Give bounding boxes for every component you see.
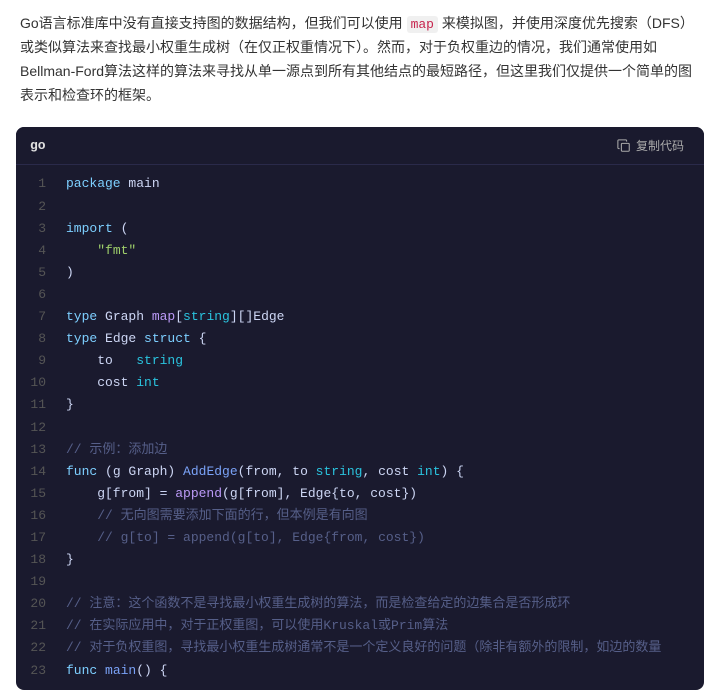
line-number: 3 [16, 218, 58, 240]
line-content [58, 571, 704, 593]
line-number: 19 [16, 571, 58, 593]
table-row: 18} [16, 549, 704, 571]
line-number: 11 [16, 394, 58, 416]
line-number: 23 [16, 660, 58, 682]
code-block: go 复制代码 1package main2 3import (4 "fmt"5… [16, 127, 704, 689]
line-content [58, 196, 704, 218]
line-content: g[from] = append(g[from], Edge{to, cost}… [58, 483, 704, 505]
table-row: 7type Graph map[string][]Edge [16, 306, 704, 328]
table-row: 3import ( [16, 218, 704, 240]
line-content: func (g Graph) AddEdge(from, to string, … [58, 461, 704, 483]
line-content: } [58, 549, 704, 571]
table-row: 10 cost int [16, 372, 704, 394]
table-row: 11} [16, 394, 704, 416]
table-row: 13// 示例：添加边 [16, 439, 704, 461]
table-row: 4 "fmt" [16, 240, 704, 262]
line-content: cost int [58, 372, 704, 394]
line-number: 16 [16, 505, 58, 527]
table-row: 23func main() { [16, 660, 704, 682]
code-header: go 复制代码 [16, 127, 704, 165]
table-row: 1package main [16, 173, 704, 195]
line-content: package main [58, 173, 704, 195]
line-content: } [58, 394, 704, 416]
table-row: 6 [16, 284, 704, 306]
line-number: 21 [16, 615, 58, 637]
line-number: 15 [16, 483, 58, 505]
line-content: type Edge struct { [58, 328, 704, 350]
line-number: 14 [16, 461, 58, 483]
line-content: // g[to] = append(g[to], Edge{from, cost… [58, 527, 704, 549]
line-content: func main() { [58, 660, 704, 682]
line-content [58, 417, 704, 439]
table-row: 2 [16, 196, 704, 218]
line-content: // 在实际应用中，对于正权重图，可以使用Kruskal或Prim算法 [58, 615, 704, 637]
table-row: 19 [16, 571, 704, 593]
line-number: 9 [16, 350, 58, 372]
line-number: 8 [16, 328, 58, 350]
line-content: type Graph map[string][]Edge [58, 306, 704, 328]
inline-code-map: map [407, 16, 438, 33]
table-row: 8type Edge struct { [16, 328, 704, 350]
table-row: 15 g[from] = append(g[from], Edge{to, co… [16, 483, 704, 505]
line-number: 4 [16, 240, 58, 262]
code-lines: 1package main2 3import (4 "fmt"5)6 7type… [16, 173, 704, 681]
line-number: 5 [16, 262, 58, 284]
code-body: 1package main2 3import (4 "fmt"5)6 7type… [16, 165, 704, 689]
line-number: 1 [16, 173, 58, 195]
line-number: 2 [16, 196, 58, 218]
line-number: 17 [16, 527, 58, 549]
line-content: import ( [58, 218, 704, 240]
code-language: go [30, 138, 46, 153]
line-content: to string [58, 350, 704, 372]
table-row: 17 // g[to] = append(g[to], Edge{from, c… [16, 527, 704, 549]
line-number: 13 [16, 439, 58, 461]
line-number: 10 [16, 372, 58, 394]
copy-label: 复制代码 [636, 137, 684, 154]
line-content: "fmt" [58, 240, 704, 262]
line-content: // 注意：这个函数不是寻找最小权重生成树的算法，而是检查给定的边集合是否形成环 [58, 593, 704, 615]
prose-text: Go语言标准库中没有直接支持图的数据结构，但我们可以使用 map 来模拟图，并使… [0, 0, 720, 117]
table-row: 5) [16, 262, 704, 284]
table-row: 20// 注意：这个函数不是寻找最小权重生成树的算法，而是检查给定的边集合是否形… [16, 593, 704, 615]
line-number: 12 [16, 417, 58, 439]
table-row: 21// 在实际应用中，对于正权重图，可以使用Kruskal或Prim算法 [16, 615, 704, 637]
copy-icon [617, 139, 631, 153]
table-row: 12 [16, 417, 704, 439]
line-number: 7 [16, 306, 58, 328]
table-row: 14func (g Graph) AddEdge(from, to string… [16, 461, 704, 483]
line-content [58, 284, 704, 306]
line-content: ) [58, 262, 704, 284]
line-number: 6 [16, 284, 58, 306]
line-number: 18 [16, 549, 58, 571]
line-number: 20 [16, 593, 58, 615]
copy-button[interactable]: 复制代码 [611, 135, 690, 156]
table-row: 16 // 无向图需要添加下面的行，但本例是有向图 [16, 505, 704, 527]
line-content: // 示例：添加边 [58, 439, 704, 461]
line-content: // 无向图需要添加下面的行，但本例是有向图 [58, 505, 704, 527]
table-row: 9 to string [16, 350, 704, 372]
